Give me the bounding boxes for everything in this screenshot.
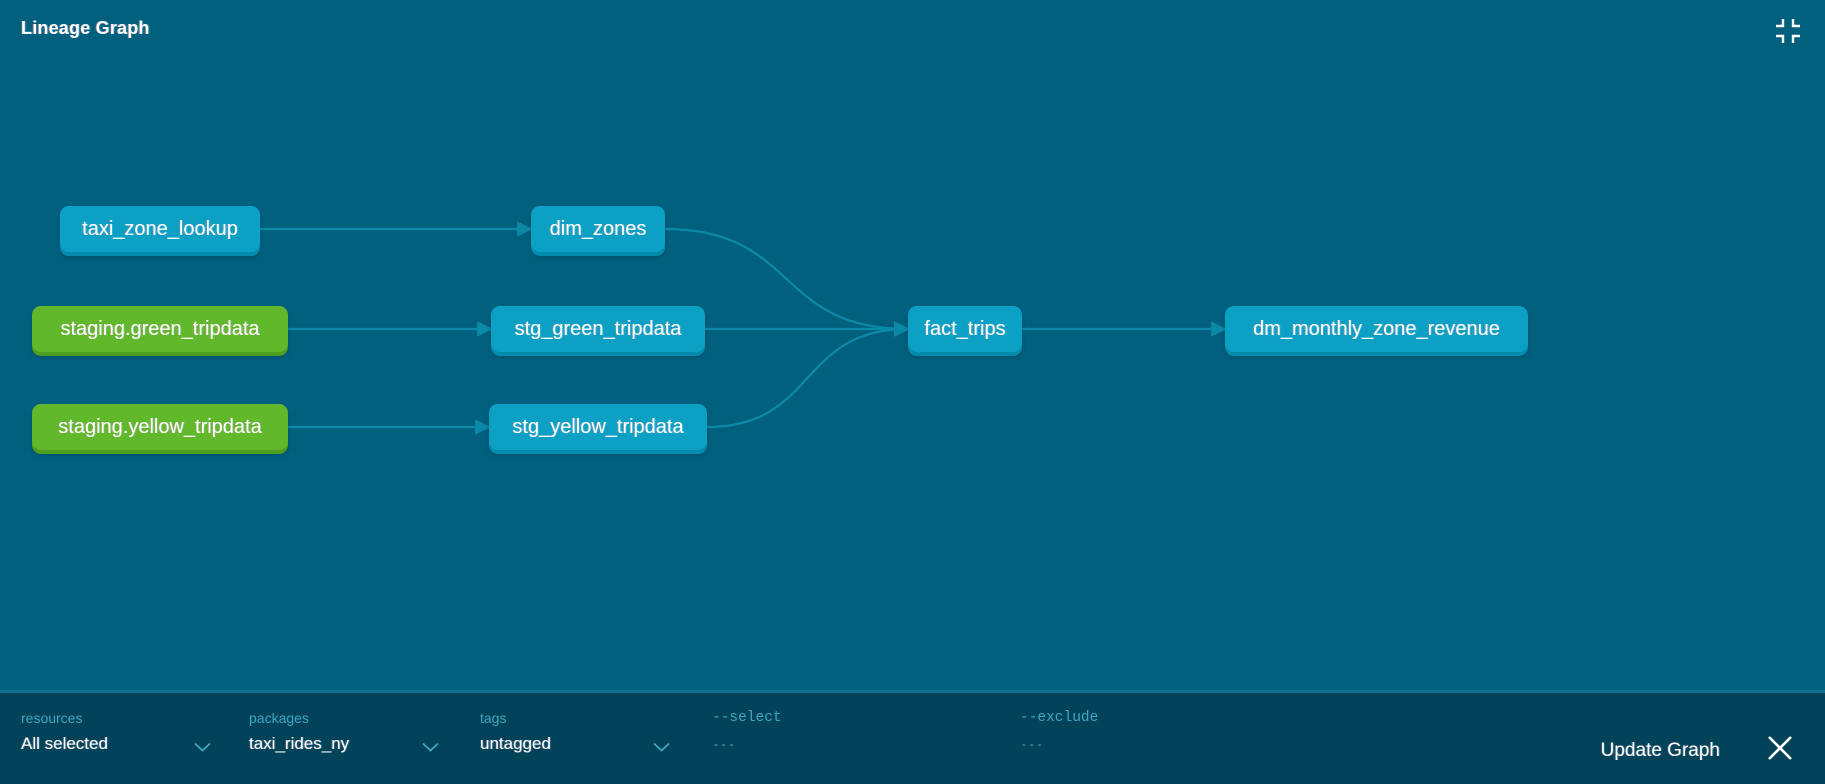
page-title: Lineage Graph — [21, 18, 150, 38]
graph-node-label: dim_zones — [549, 218, 647, 240]
graph-node-label: staging.yellow_tripdata — [58, 416, 262, 438]
graph-node-label: stg_green_tripdata — [514, 318, 682, 340]
graph-node-taxi-zone-lookup[interactable]: taxi_zone_lookup — [60, 206, 260, 252]
tags-value: untagged — [480, 734, 551, 753]
resources-label: resources — [21, 710, 83, 726]
exclude-label: --exclude — [1020, 710, 1099, 726]
graph-node-label: taxi_zone_lookup — [82, 218, 238, 240]
resources-value: All selected — [21, 734, 108, 753]
graph-node-stg-yellow-tripdata[interactable]: stg_yellow_tripdata — [489, 404, 707, 450]
resources-select[interactable]: resources All selected — [21, 711, 211, 752]
graph-node-fact-trips[interactable]: fact_trips — [908, 306, 1022, 352]
graph-node-label: fact_trips — [924, 318, 1006, 340]
exclude-value[interactable]: ... — [1020, 736, 1043, 749]
node-layer: taxi_zone_lookup staging.green_tripdata st… — [0, 0, 1825, 690]
chevron-down-icon[interactable] — [653, 739, 670, 752]
packages-select[interactable]: packages taxi_rides_ny — [249, 711, 439, 752]
chevron-down-icon[interactable] — [194, 739, 211, 752]
update-graph-button[interactable]: Update Graph — [1601, 741, 1720, 760]
collapse-fullscreen-icon[interactable] — [1773, 16, 1803, 46]
graph-node-stg-green-tripdata[interactable]: stg_green_tripdata — [491, 306, 705, 352]
graph-node-dm-monthly-zone-revenue[interactable]: dm_monthly_zone_revenue — [1225, 306, 1528, 352]
select-label: --select — [712, 710, 782, 726]
select-input-field[interactable]: --select ... — [712, 711, 992, 749]
graph-node-staging-yellow-tripdata[interactable]: staging.yellow_tripdata — [32, 404, 288, 450]
graph-node-label: dm_monthly_zone_revenue — [1253, 318, 1500, 340]
tags-select[interactable]: tags untagged — [480, 711, 670, 752]
packages-label: packages — [249, 710, 309, 726]
panel-header: Lineage Graph — [0, 0, 1825, 62]
graph-node-dim-zones[interactable]: dim_zones — [531, 206, 665, 252]
graph-canvas[interactable]: taxi_zone_lookup staging.green_tripdata st… — [0, 0, 1825, 690]
close-icon[interactable] — [1765, 733, 1795, 763]
exclude-input-field[interactable]: --exclude ... — [1020, 711, 1300, 749]
graph-node-label: staging.green_tripdata — [60, 318, 260, 340]
lineage-graph-panel: Lineage Graph taxi_zone_lookup staging.gr — [0, 0, 1825, 784]
tags-label: tags — [480, 710, 507, 726]
chevron-down-icon[interactable] — [422, 739, 439, 752]
graph-node-staging-green-tripdata[interactable]: staging.green_tripdata — [32, 306, 288, 352]
graph-node-label: stg_yellow_tripdata — [512, 416, 684, 438]
packages-value: taxi_rides_ny — [249, 734, 350, 753]
select-value[interactable]: ... — [712, 736, 735, 749]
graph-control-bar: resources All selected packages taxi_rid… — [0, 690, 1825, 784]
